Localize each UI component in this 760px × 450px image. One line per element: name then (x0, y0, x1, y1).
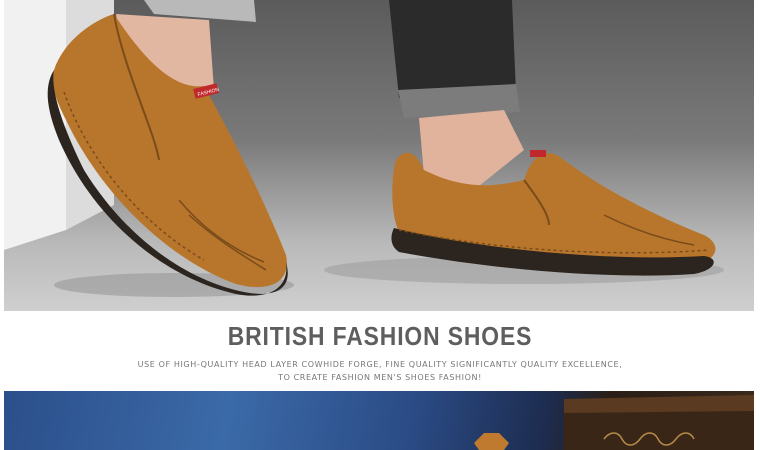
decorative-box-illustration (474, 395, 754, 450)
subtitle-line-1: USE OF HIGH-QUALITY HEAD LAYER COWHIDE F… (137, 360, 623, 369)
page-title: BRITISH FASHION SHOES (227, 321, 533, 351)
product-caption: BRITISH FASHION SHOES USE OF HIGH-QUALIT… (0, 311, 760, 391)
loafer-shoes-illustration: FASHION (4, 0, 724, 297)
product-hero-image: FASHION (4, 0, 754, 311)
secondary-product-image (4, 391, 754, 450)
subtitle-line-2: TO CREATE FASHION MEN'S SHOES FASHION! (278, 373, 482, 382)
